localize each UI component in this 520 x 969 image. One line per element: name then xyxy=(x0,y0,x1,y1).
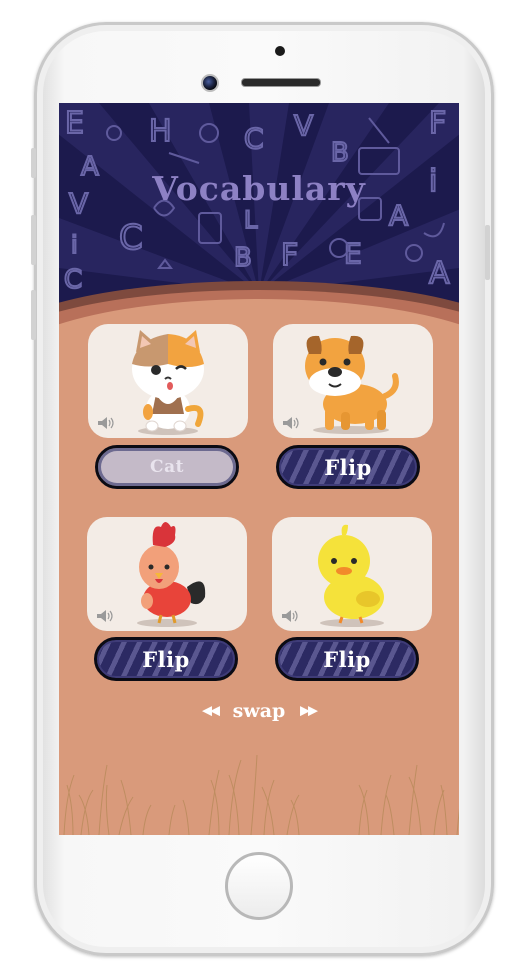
svg-text:L: L xyxy=(244,206,258,234)
flip-button-rooster[interactable]: Flip xyxy=(94,637,238,681)
speaker-icon[interactable] xyxy=(281,609,299,623)
animal-card-duck[interactable] xyxy=(272,517,432,631)
svg-text:H: H xyxy=(149,114,172,149)
volume-down-button xyxy=(31,290,36,340)
volume-up-button xyxy=(31,215,36,265)
svg-text:C: C xyxy=(64,265,82,295)
app-screen: E H C V F i A V C i C B F L A B A E Voca… xyxy=(59,103,459,835)
animal-card-dog[interactable] xyxy=(273,324,433,438)
svg-text:B: B xyxy=(331,138,349,168)
home-button[interactable] xyxy=(225,852,293,920)
double-left-arrow-icon[interactable]: ◀◀ xyxy=(202,704,220,719)
swap-label[interactable]: swap xyxy=(233,700,286,722)
app-title: Vocabulary xyxy=(152,169,366,208)
speaker-icon[interactable] xyxy=(282,416,300,430)
svg-text:F: F xyxy=(429,106,446,141)
svg-text:V: V xyxy=(294,109,313,142)
speaker-icon[interactable] xyxy=(96,609,114,623)
animal-card-rooster[interactable] xyxy=(87,517,247,631)
mute-switch xyxy=(31,148,36,178)
svg-text:i: i xyxy=(71,231,78,259)
flip-button-duck[interactable]: Flip xyxy=(275,637,419,681)
front-camera xyxy=(201,74,219,92)
speaker-icon[interactable] xyxy=(97,416,115,430)
swap-control[interactable]: ◀◀ swap ▶▶ xyxy=(59,699,459,722)
animal-card-cat[interactable] xyxy=(88,324,248,438)
earpiece-speaker xyxy=(241,78,321,87)
svg-text:F: F xyxy=(281,238,298,273)
header-background: E H C V F i A V C i C B F L A B A E Voca… xyxy=(59,103,459,303)
power-button xyxy=(485,225,490,280)
svg-text:B: B xyxy=(234,243,252,273)
svg-text:C: C xyxy=(119,218,143,258)
svg-text:A: A xyxy=(429,256,450,291)
flip-button-cat[interactable]: Cat xyxy=(95,445,239,489)
svg-text:C: C xyxy=(244,122,264,155)
double-right-arrow-icon[interactable]: ▶▶ xyxy=(300,704,318,719)
svg-text:E: E xyxy=(65,106,84,141)
proximity-sensor xyxy=(275,46,285,56)
grass-decoration xyxy=(63,754,459,835)
flip-button-dog[interactable]: Flip xyxy=(276,445,420,489)
